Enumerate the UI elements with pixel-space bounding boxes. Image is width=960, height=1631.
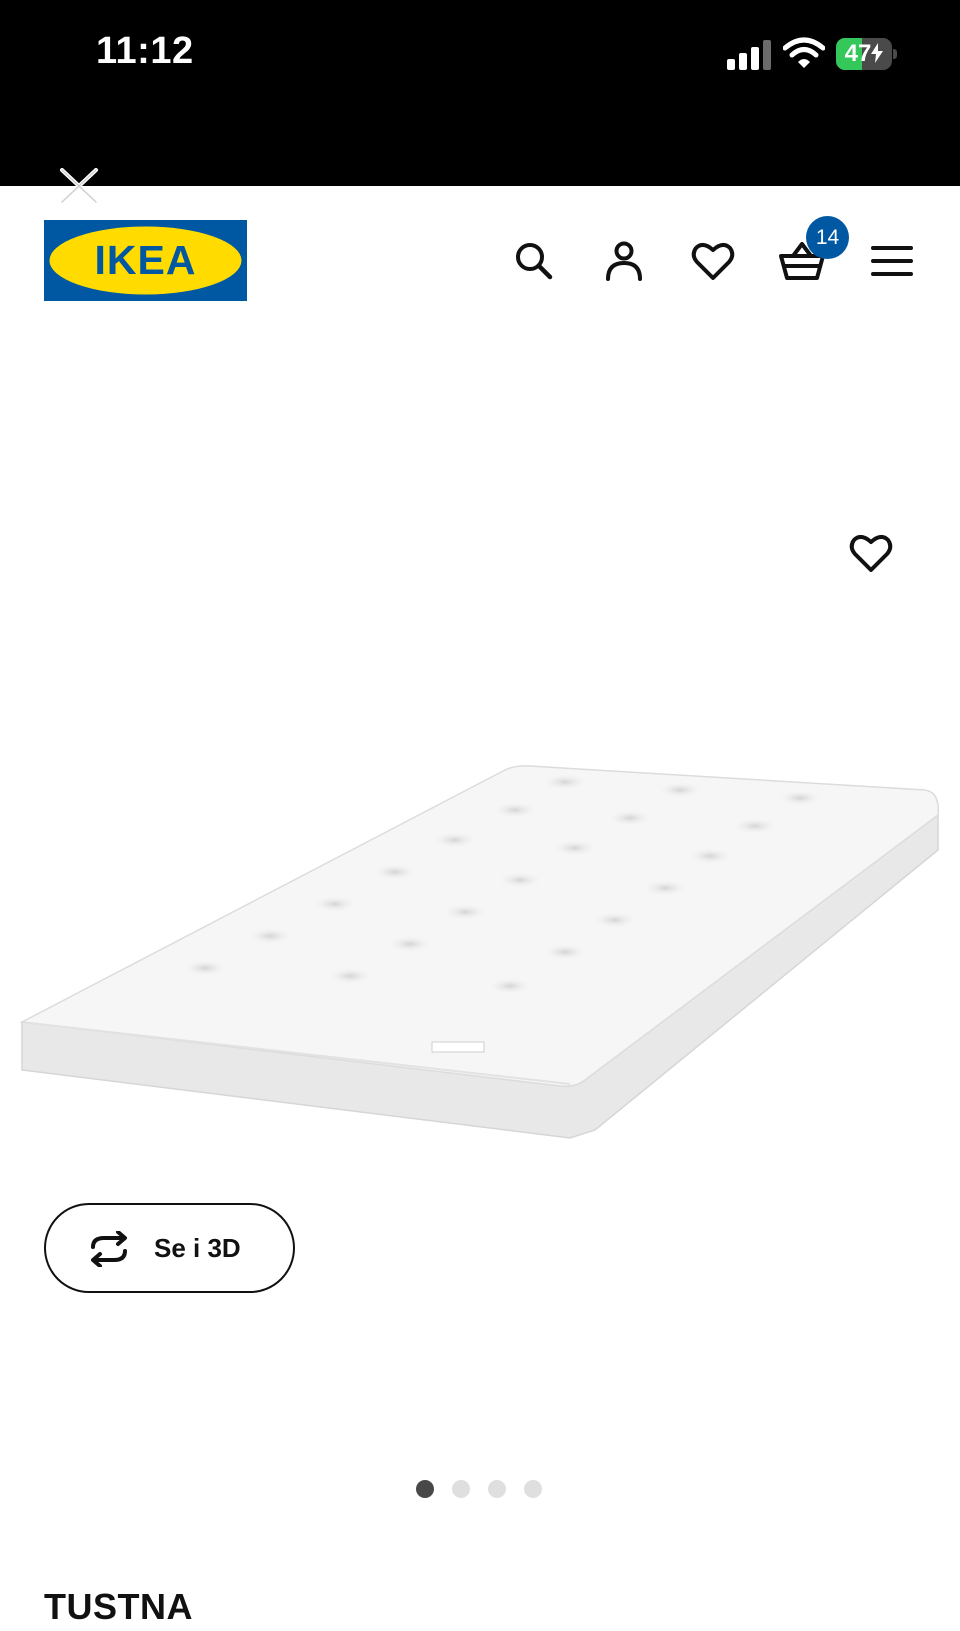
product-title: TUSTNA — [44, 1586, 193, 1627]
cart-count-badge[interactable]: 14 — [806, 216, 849, 259]
status-bar: 11:12 47 — [0, 0, 960, 186]
person-icon[interactable] — [599, 236, 649, 286]
svg-text:IKEA: IKEA — [95, 237, 197, 283]
wifi-icon — [783, 37, 825, 68]
carousel-dot[interactable] — [488, 1480, 506, 1498]
product-image-mattress[interactable] — [0, 740, 960, 1150]
battery-level: 47 — [836, 38, 892, 70]
status-time: 11:12 — [96, 30, 194, 72]
carousel-dot[interactable] — [452, 1480, 470, 1498]
bolt-icon — [871, 43, 884, 63]
carousel-dot[interactable] — [416, 1480, 434, 1498]
hamburger-menu-icon[interactable] — [867, 236, 917, 286]
favorite-heart-icon[interactable] — [846, 528, 896, 578]
cellular-signal-icon — [727, 40, 771, 70]
close-icon[interactable] — [58, 166, 100, 206]
carousel-dot[interactable] — [524, 1480, 542, 1498]
rotate-icon — [91, 1231, 127, 1267]
view-in-3d-button[interactable]: Se i 3D — [44, 1203, 295, 1293]
view-in-3d-label: Se i 3D — [154, 1233, 241, 1263]
search-icon[interactable] — [509, 236, 559, 286]
ikea-logo[interactable]: IKEA — [44, 220, 247, 301]
heart-icon[interactable] — [688, 236, 738, 286]
battery-indicator: 47 — [836, 38, 898, 70]
